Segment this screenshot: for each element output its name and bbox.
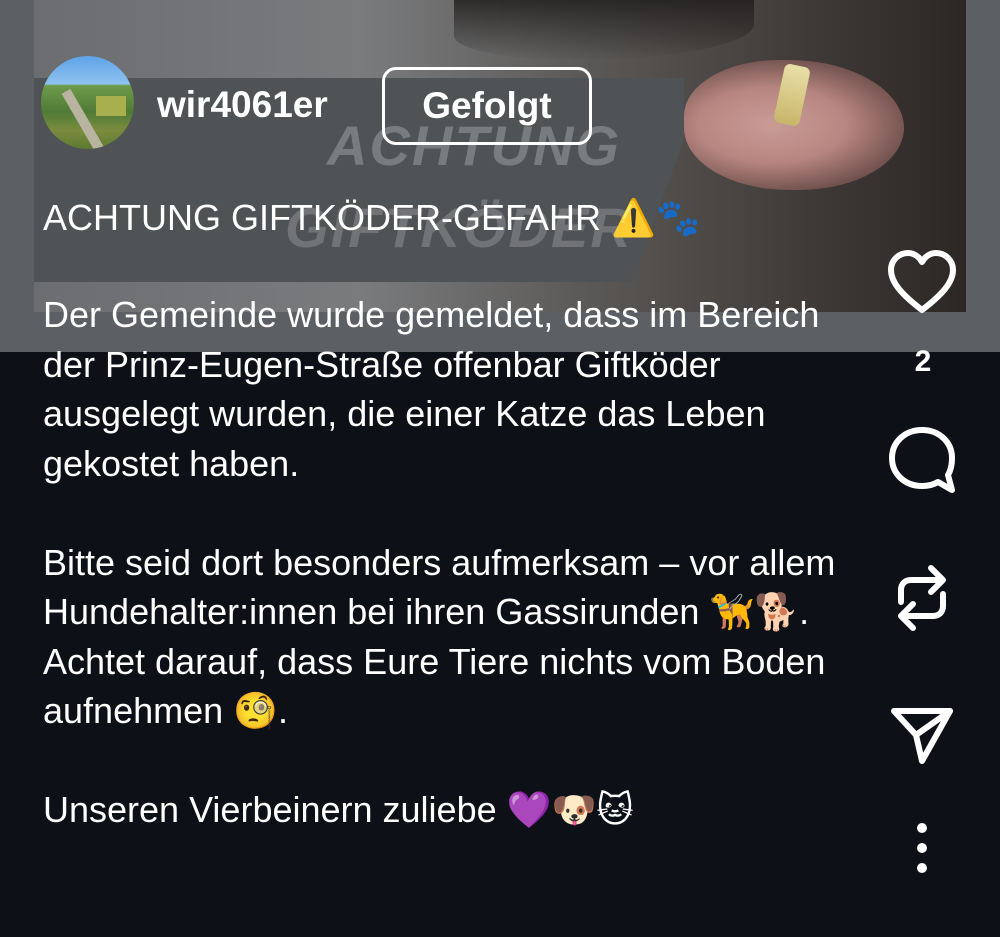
heart-icon[interactable] [886, 246, 958, 318]
send-icon[interactable] [886, 698, 958, 770]
caption-paragraph: Bitte seid dort besonders aufmerksam – v… [43, 541, 836, 732]
following-button[interactable]: Gefolgt [382, 67, 592, 145]
more-vertical-icon[interactable] [886, 812, 958, 884]
repost-icon[interactable] [886, 562, 958, 634]
post-caption: Der Gemeinde wurde gemeldet, dass im Ber… [43, 290, 843, 835]
caption-paragraph: Der Gemeinde wurde gemeldet, dass im Ber… [43, 294, 820, 484]
avatar[interactable] [41, 56, 134, 149]
caption-paragraph: Unseren Vierbeinern zuliebe 💜🐶🐱 [43, 789, 634, 830]
like-count: 2 [914, 345, 932, 378]
comment-icon[interactable] [886, 424, 958, 496]
username[interactable]: wir4061er [157, 84, 328, 126]
avatar-field [96, 96, 126, 116]
action-bar: 2 [880, 0, 966, 937]
post-title: ACHTUNG GIFTKÖDER-GEFAHR ⚠️🐾 [43, 197, 701, 238]
photo-fur [454, 0, 754, 60]
